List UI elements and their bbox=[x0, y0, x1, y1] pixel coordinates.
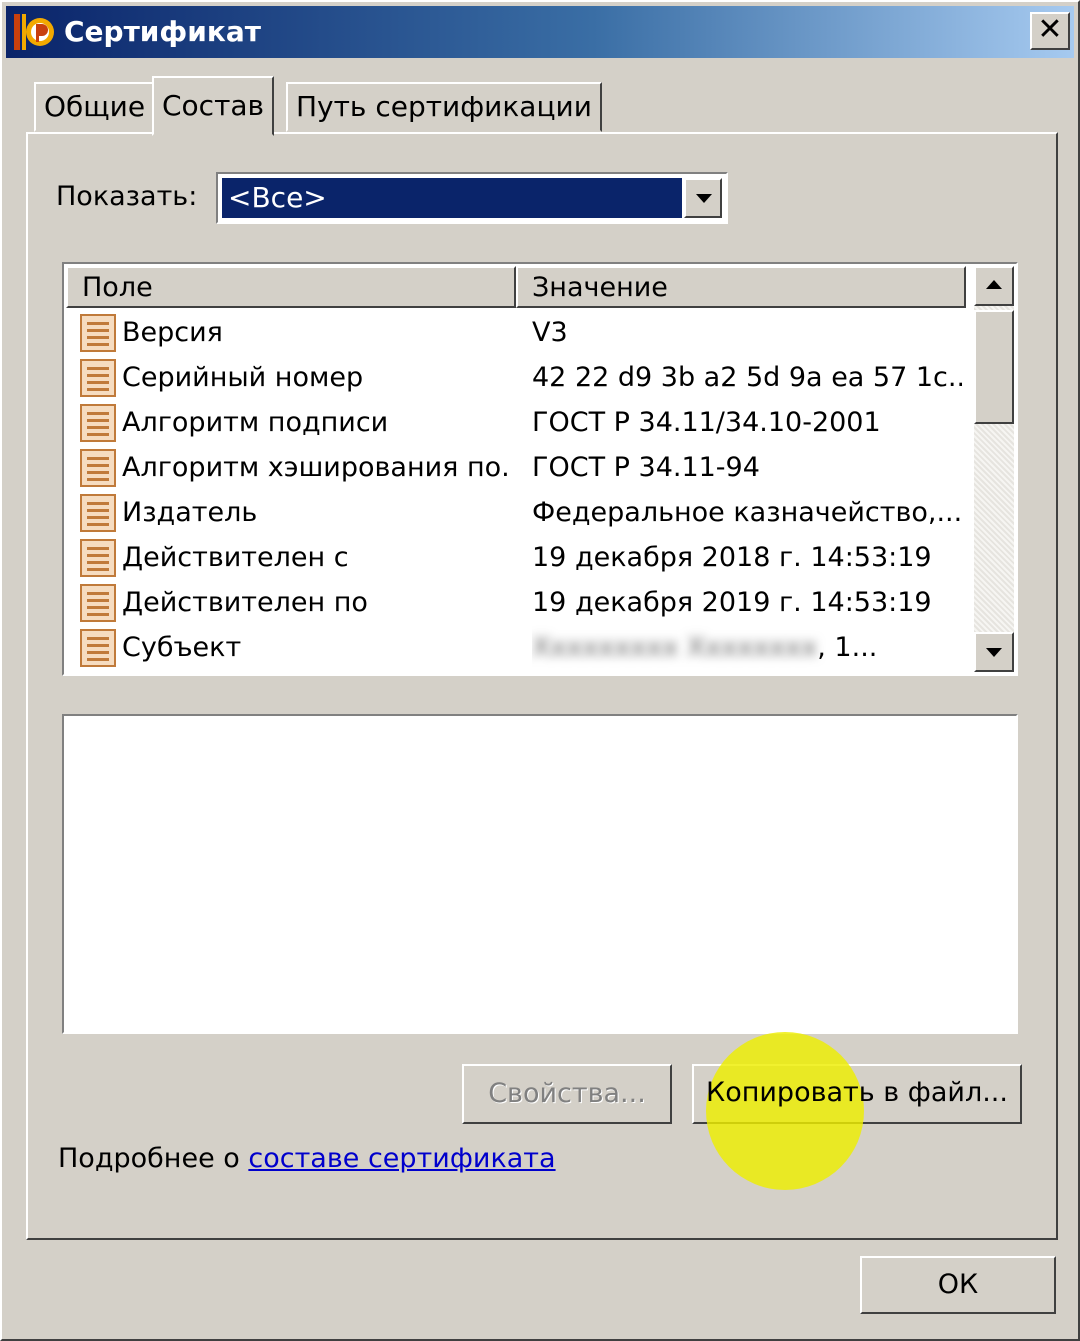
window-title: Сертификат bbox=[64, 15, 261, 48]
certificate-field-icon bbox=[80, 629, 116, 667]
certificate-dialog: Сертификат ✕ Общие Состав Путь сертифика… bbox=[0, 0, 1080, 1341]
field-value: ГОСТ Р 34.11-94 bbox=[532, 452, 760, 483]
table-row[interactable]: Серийный номер 42 22 d9 3b a2 5d 9a ea 5… bbox=[66, 355, 970, 400]
tab-details-label: Состав bbox=[162, 89, 265, 122]
field-value: V3 bbox=[532, 317, 568, 348]
properties-button-label: Свойства... bbox=[488, 1078, 646, 1109]
tab-certification-path[interactable]: Путь сертификации bbox=[286, 82, 602, 132]
certificate-field-icon bbox=[80, 359, 116, 397]
field-name: Версия bbox=[122, 317, 223, 348]
copy-to-file-button-label: Копировать в файл... bbox=[706, 1077, 1008, 1108]
table-row[interactable]: Издатель Федеральное казначейство,... bbox=[66, 490, 970, 535]
ok-button[interactable]: ОК bbox=[860, 1256, 1056, 1314]
tab-certification-path-label: Путь сертификации bbox=[296, 90, 592, 123]
table-row[interactable]: Субъект Xxxxxxxxx Xxxxxxxx, 1... bbox=[66, 625, 970, 670]
field-name: Серийный номер bbox=[122, 362, 364, 393]
field-value: ГОСТ Р 34.11/34.10-2001 bbox=[532, 407, 881, 438]
certificate-details-link[interactable]: составе сертификата bbox=[248, 1143, 555, 1174]
field-name: Действителен по bbox=[122, 587, 368, 618]
certificate-field-icon bbox=[80, 539, 116, 577]
properties-button[interactable]: Свойства... bbox=[462, 1064, 672, 1124]
close-icon: ✕ bbox=[1037, 12, 1063, 47]
certificate-field-icon bbox=[80, 314, 116, 352]
scroll-down-icon[interactable] bbox=[974, 632, 1014, 672]
field-detail-textbox[interactable] bbox=[62, 714, 1018, 1034]
chevron-down-icon[interactable] bbox=[684, 178, 722, 218]
show-label: Показать: bbox=[56, 181, 198, 212]
field-name: Алгоритм хэширования по... bbox=[122, 452, 510, 483]
tab-general-label: Общие bbox=[44, 90, 146, 123]
certificate-field-icon bbox=[80, 494, 116, 532]
scroll-up-icon[interactable] bbox=[974, 266, 1014, 306]
table-row[interactable]: Алгоритм подписи ГОСТ Р 34.11/34.10-2001 bbox=[66, 400, 970, 445]
ok-button-label: ОК bbox=[937, 1269, 979, 1300]
field-name: Издатель bbox=[122, 497, 258, 528]
certificate-field-icon bbox=[80, 449, 116, 487]
field-value: 19 декабря 2018 г. 14:53:19 bbox=[532, 542, 932, 573]
column-header-value[interactable]: Значение bbox=[516, 266, 966, 308]
tab-general[interactable]: Общие bbox=[34, 82, 156, 132]
scroll-thumb[interactable] bbox=[974, 310, 1014, 424]
field-name: Алгоритм подписи bbox=[122, 407, 389, 438]
certificate-fields-list[interactable]: Поле Значение Версия V3 Серийный номер 4… bbox=[62, 262, 1018, 676]
table-row[interactable]: Версия V3 bbox=[66, 310, 970, 355]
close-button[interactable]: ✕ bbox=[1030, 12, 1070, 50]
tab-details[interactable]: Состав bbox=[152, 76, 275, 136]
field-value: 19 декабря 2019 г. 14:53:19 bbox=[532, 587, 932, 618]
certificate-field-icon bbox=[80, 404, 116, 442]
field-value: 42 22 d9 3b a2 5d 9a ea 57 1c... bbox=[532, 362, 962, 393]
field-value: Xxxxxxxxx Xxxxxxxx, 1... bbox=[532, 625, 962, 670]
subject-value-tail: , 1... bbox=[817, 632, 878, 663]
vertical-scrollbar[interactable] bbox=[974, 266, 1014, 672]
cryptopro-app-icon bbox=[14, 14, 54, 50]
column-header-field[interactable]: Поле bbox=[66, 266, 516, 308]
show-filter-value: <Все> bbox=[222, 178, 682, 218]
obscured-subject-text: Xxxxxxxxx Xxxxxxxx bbox=[532, 632, 818, 663]
more-info-line: Подробнее о составе сертификата bbox=[58, 1142, 556, 1176]
table-row[interactable]: Действителен по 19 декабря 2019 г. 14:53… bbox=[66, 580, 970, 625]
more-info-prefix: Подробнее о bbox=[58, 1143, 249, 1174]
field-value: Федеральное казначейство,... bbox=[532, 497, 962, 528]
column-header-field-label: Поле bbox=[82, 272, 153, 303]
show-filter-select[interactable]: <Все> bbox=[216, 172, 728, 224]
title-bar[interactable]: Сертификат ✕ bbox=[6, 6, 1074, 58]
field-name: Субъект bbox=[122, 632, 242, 663]
column-header-value-label: Значение bbox=[532, 272, 668, 303]
field-name: Действителен с bbox=[122, 542, 349, 573]
certificate-field-icon bbox=[80, 584, 116, 622]
table-row[interactable]: Действителен с 19 декабря 2018 г. 14:53:… bbox=[66, 535, 970, 580]
table-row[interactable]: Алгоритм хэширования по... ГОСТ Р 34.11-… bbox=[66, 445, 970, 490]
